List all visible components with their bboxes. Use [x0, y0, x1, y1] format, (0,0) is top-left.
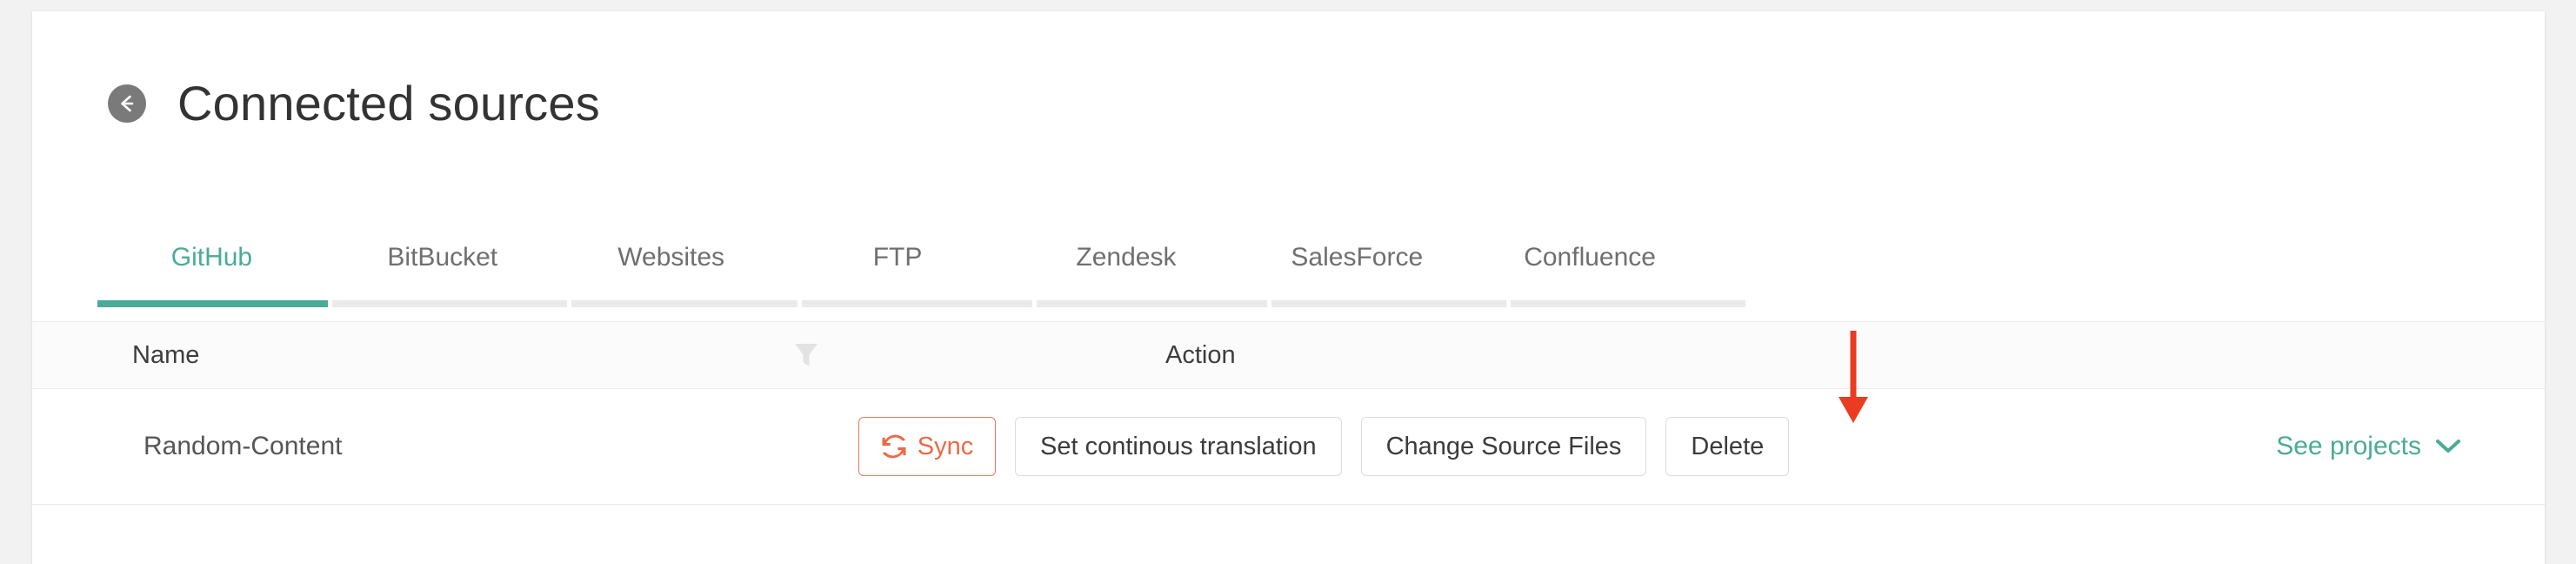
chevron-down-icon — [2435, 438, 2461, 455]
tab-underline-websites — [571, 300, 797, 307]
app-root: Connected sources GitHub BitBucket Website… — [0, 0, 2576, 564]
row-actions: Sync Set continous translation Change So… — [858, 417, 2545, 476]
tab-salesforce[interactable]: SalesForce — [1240, 224, 1473, 292]
column-header-action: Action — [1165, 340, 1236, 369]
tab-label: Zendesk — [1076, 243, 1177, 272]
sync-button[interactable]: Sync — [858, 417, 996, 476]
tab-label: Confluence — [1524, 243, 1656, 272]
sources-table: Name Action Random-Content Sync Set cont… — [32, 321, 2545, 505]
connected-sources-card: Connected sources GitHub BitBucket Website… — [32, 11, 2545, 564]
tab-github[interactable]: GitHub — [97, 224, 326, 292]
tab-underline-zendesk — [1037, 300, 1267, 307]
tab-underline-salesforce — [1271, 300, 1506, 307]
tab-confluence[interactable]: Confluence — [1473, 224, 1706, 292]
tab-underline-github — [97, 300, 328, 307]
tab-ftp[interactable]: FTP — [784, 224, 1012, 292]
tab-label: GitHub — [170, 243, 253, 272]
delete-button[interactable]: Delete — [1665, 417, 1790, 476]
tab-label: BitBucket — [387, 243, 498, 272]
table-header-row: Name Action — [32, 321, 2545, 389]
refresh-sync-icon — [881, 433, 907, 460]
page-header: Connected sources — [32, 11, 2545, 196]
source-name: Random-Content — [143, 432, 343, 460]
filter-funnel-icon[interactable] — [754, 341, 858, 369]
sync-button-label: Sync — [917, 432, 974, 460]
tabs-strip: GitHub BitBucket Websites FTP Zendesk SalesFo… — [97, 224, 1706, 292]
page-title: Connected sources — [177, 76, 600, 131]
tabs-underline-strip — [97, 300, 1750, 307]
tab-label: Websites — [617, 243, 725, 272]
table-row: Random-Content Sync Set continous transl… — [32, 389, 2545, 505]
tab-bitbucket[interactable]: BitBucket — [326, 224, 559, 292]
set-continuous-translation-button[interactable]: Set continous translation — [1015, 417, 1342, 476]
tab-label: SalesForce — [1291, 243, 1424, 272]
tab-underline-confluence — [1511, 300, 1745, 307]
tab-label: FTP — [872, 243, 923, 272]
see-projects-label: See projects — [2276, 432, 2421, 460]
arrow-left-circle-icon[interactable] — [108, 84, 146, 123]
see-projects-link[interactable]: See projects — [2276, 432, 2461, 461]
source-tabs: GitHub BitBucket Websites FTP Zendesk SalesFo… — [97, 224, 1745, 319]
tab-underline-bitbucket — [332, 300, 567, 307]
column-header-name: Name — [132, 340, 200, 369]
tab-zendesk[interactable]: Zendesk — [1011, 224, 1240, 292]
change-source-files-button[interactable]: Change Source Files — [1360, 417, 1647, 476]
tab-underline-ftp — [802, 300, 1032, 307]
tab-websites[interactable]: Websites — [559, 224, 784, 292]
